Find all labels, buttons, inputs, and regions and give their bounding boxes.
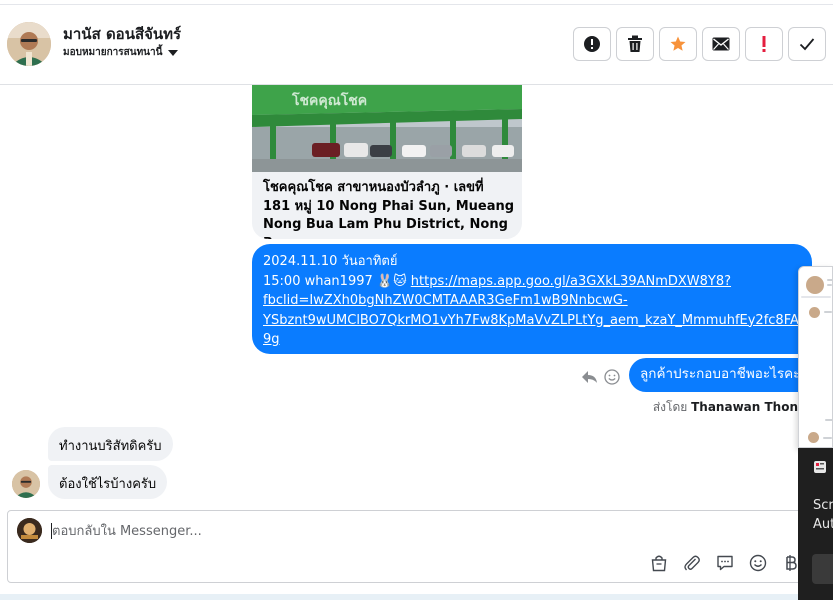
notification-text: Scr	[813, 498, 833, 513]
assign-label: มอบหมายการสนทนานี้	[63, 47, 163, 58]
message-text: 2024.11.10 วันอาทิตย์	[263, 254, 398, 269]
reply-input[interactable]	[52, 520, 752, 542]
delete-button[interactable]	[616, 27, 654, 61]
contact-avatar[interactable]	[7, 22, 51, 66]
app-icon	[814, 461, 826, 473]
text-line	[825, 419, 832, 421]
check-icon	[799, 38, 815, 51]
maps-link[interactable]: 9g	[263, 332, 280, 347]
incoming-message-bubble[interactable]: ทำงานบริสัทดิครับ	[48, 427, 173, 461]
trash-icon	[628, 35, 642, 52]
envelope-icon	[712, 37, 730, 51]
message-text: 15:00 whan1997 🐰🐱	[263, 273, 411, 289]
divider	[0, 4, 833, 5]
conversation-header: มานัส ดอนสีจันทร์ มอบหมายการสนทนานี้	[0, 0, 833, 85]
caret-down-icon	[168, 49, 179, 56]
notification-button[interactable]	[812, 554, 833, 584]
exclamation-icon	[762, 36, 766, 52]
smiley-icon[interactable]	[748, 553, 768, 573]
avatar	[808, 432, 819, 443]
message-line: 15:00 whan1997 🐰🐱 https://maps.app.goo.g…	[263, 272, 801, 292]
paperclip-icon[interactable]	[682, 553, 702, 573]
assign-conversation-dropdown[interactable]: มอบหมายการสนทนานี้	[63, 45, 179, 60]
outgoing-message-bubble[interactable]: 2024.11.10 วันอาทิตย์ 15:00 whan1997 🐰🐱 …	[252, 244, 812, 354]
page-avatar	[17, 518, 42, 543]
speech-bubble-icon[interactable]	[715, 553, 735, 573]
message-composer	[7, 510, 820, 583]
maps-link[interactable]: https://maps.app.goo.gl/a3GXkL39ANmDXW8Y…	[411, 274, 731, 289]
report-button[interactable]	[573, 27, 611, 61]
svg-text:โชคคุณโชค: โชคคุณโชค	[291, 91, 367, 109]
maps-link[interactable]: YSbznt9wUMClBO7QkrMO1vYh7Fw8KpMaVvZLPLtY…	[263, 313, 807, 328]
star-button[interactable]	[659, 27, 697, 61]
conversation-toolbar	[573, 27, 826, 61]
contact-avatar[interactable]	[12, 470, 40, 498]
link-preview-title: โชคคุณโชค สาขาหนองบัวลำภู · เลขที่ 181 ห…	[263, 180, 515, 239]
text-line	[824, 311, 832, 313]
screen-notification-panel[interactable]: Scr Aut	[798, 448, 833, 600]
divider	[801, 296, 831, 298]
notification-text: Aut	[813, 517, 833, 532]
link-preview-card[interactable]: โชคคุณโชค โชคคุณโชค สาขาหนองบัวลำภู · เล…	[252, 85, 522, 239]
bag-icon[interactable]	[649, 553, 669, 573]
sent-by-prefix: ส่งโดย	[652, 400, 688, 414]
text-line	[827, 279, 832, 281]
alert-circle-icon	[584, 36, 600, 52]
maps-link[interactable]: fbclid=IwZXh0bgNhZW0CMTAAAR3GeFm1wB9Nnbc…	[263, 293, 628, 308]
done-button[interactable]	[788, 27, 826, 61]
sender-name: Thanawan Thon	[691, 400, 798, 414]
link-preview-image: โชคคุณโชค	[252, 85, 522, 172]
text-line	[823, 437, 832, 439]
chat-preview-popup[interactable]	[798, 266, 833, 448]
avatar	[809, 307, 820, 318]
bottom-strip	[0, 594, 833, 600]
star-icon	[670, 36, 686, 51]
contact-name[interactable]: มานัส ดอนสีจันทร์	[63, 22, 181, 46]
message-thread: โชคคุณโชค โชคคุณโชค สาขาหนองบัวลำภู · เล…	[0, 85, 833, 505]
smiley-icon[interactable]	[604, 369, 620, 389]
avatar	[806, 276, 824, 294]
composer-toolbar	[649, 553, 801, 573]
incoming-message-bubble[interactable]: ต้องใช้ไรบ้างครับ	[48, 465, 168, 499]
text-line	[827, 284, 832, 286]
mark-unread-button[interactable]	[702, 27, 740, 61]
sent-by-label: ส่งโดย Thanawan Thon	[653, 398, 798, 417]
spam-button[interactable]	[745, 27, 783, 61]
reply-icon[interactable]	[581, 369, 598, 388]
